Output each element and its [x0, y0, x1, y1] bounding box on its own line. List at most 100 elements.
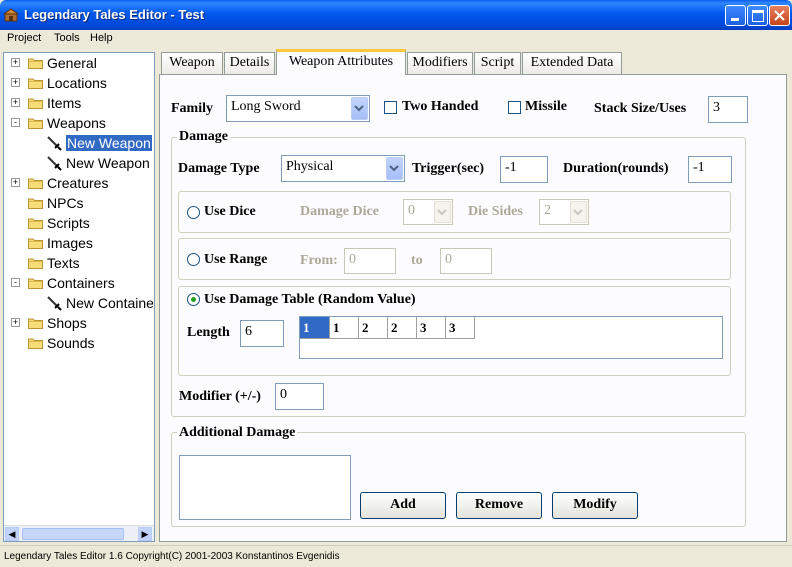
expand-icon[interactable]: +	[11, 58, 20, 67]
duration-input[interactable]: -1	[688, 156, 732, 183]
tree-item-label: NPCs	[47, 195, 84, 211]
tab-modifiers[interactable]: Modifiers	[407, 52, 473, 74]
to-label: to	[411, 253, 423, 268]
range-to-input[interactable]: 0	[440, 248, 492, 274]
use-table-radio[interactable]	[187, 293, 200, 306]
table-cell[interactable]: 2	[359, 317, 388, 339]
chevron-down-icon[interactable]	[386, 157, 403, 180]
damage-dice-label: Damage Dice	[300, 204, 379, 219]
menu-project[interactable]: Project	[7, 32, 41, 44]
damage-type-label: Damage Type	[178, 161, 260, 176]
chevron-down-icon[interactable]	[570, 201, 587, 223]
die-sides-label: Die Sides	[468, 204, 523, 219]
damage-table-grid[interactable]: 1 1 2 2 3 3	[299, 316, 723, 359]
modifier-input[interactable]: 0	[275, 383, 324, 410]
additional-damage-list[interactable]	[179, 455, 351, 520]
tree-view[interactable]: + General + Locations + Items - Weapons New Weap…	[3, 52, 155, 542]
two-handed-checkbox[interactable]	[384, 101, 397, 114]
use-range-label: Use Range	[204, 252, 268, 267]
tree-item-label: Weapons	[47, 115, 106, 131]
folder-icon	[28, 218, 43, 229]
expand-icon[interactable]: +	[11, 178, 20, 187]
tree-item-label: Texts	[47, 255, 80, 271]
folder-icon	[28, 178, 43, 189]
expand-icon[interactable]: +	[11, 318, 20, 327]
folder-icon	[28, 238, 43, 249]
collapse-icon[interactable]: -	[11, 118, 20, 127]
tab-script[interactable]: Script	[474, 52, 521, 74]
table-cell[interactable]: 2	[388, 317, 417, 339]
duration-label: Duration(rounds)	[563, 161, 669, 176]
tree-item-label: Creatures	[47, 175, 109, 191]
minimize-button[interactable]	[725, 5, 746, 26]
tree-item-label: General	[47, 55, 97, 71]
folder-icon	[28, 78, 43, 89]
chevron-down-icon[interactable]	[351, 97, 368, 120]
remove-button[interactable]: Remove	[456, 492, 542, 519]
use-dice-label: Use Dice	[204, 204, 256, 219]
tab-weapon-attributes[interactable]: Weapon Attributes	[276, 49, 406, 75]
range-from-input[interactable]: 0	[344, 248, 396, 274]
collapse-icon[interactable]: -	[11, 278, 20, 287]
folder-icon	[28, 338, 43, 349]
expand-icon[interactable]: +	[11, 98, 20, 107]
table-cell[interactable]: 1	[300, 317, 330, 339]
modify-button[interactable]: Modify	[552, 492, 638, 519]
tab-details[interactable]: Details	[224, 52, 275, 74]
expand-icon[interactable]: +	[11, 78, 20, 87]
scroll-thumb[interactable]	[22, 528, 124, 540]
table-cell[interactable]: 3	[446, 317, 475, 339]
length-input[interactable]: 6	[240, 320, 284, 347]
folder-icon	[28, 198, 43, 209]
menu-help[interactable]: Help	[90, 32, 113, 44]
tree-item-label: Images	[47, 235, 93, 251]
tab-extended-data[interactable]: Extended Data	[522, 52, 622, 74]
chevron-down-icon[interactable]	[434, 201, 451, 223]
close-icon	[774, 10, 785, 21]
folder-icon	[28, 58, 43, 69]
trigger-label: Trigger(sec)	[412, 161, 485, 176]
menu-bar: Project Tools Help	[0, 30, 792, 48]
family-label: Family	[171, 101, 213, 116]
tree-item-label: Containers	[47, 275, 115, 291]
missile-checkbox[interactable]	[508, 101, 521, 114]
folder-icon	[28, 258, 43, 269]
title-bar: Legendary Tales Editor - Test	[0, 0, 792, 30]
use-dice-group	[178, 191, 731, 233]
stack-size-input[interactable]: 3	[708, 96, 748, 123]
maximize-icon	[752, 10, 764, 22]
tree-item-label: Sounds	[47, 335, 95, 351]
damage-type-select[interactable]: Physical	[281, 155, 405, 182]
table-cell[interactable]: 3	[417, 317, 446, 339]
horizontal-scrollbar[interactable]: ◀ ▶	[4, 525, 154, 541]
tab-weapon[interactable]: Weapon	[161, 52, 223, 74]
close-button[interactable]	[769, 5, 790, 26]
damage-type-value: Physical	[286, 159, 334, 174]
table-cell[interactable]: 1	[330, 317, 359, 339]
modifier-label: Modifier (+/-)	[179, 389, 261, 404]
scroll-left-icon[interactable]: ◀	[5, 527, 19, 541]
maximize-button[interactable]	[747, 5, 768, 26]
add-button[interactable]: Add	[360, 492, 446, 519]
use-range-radio[interactable]	[187, 253, 200, 266]
menu-tools[interactable]: Tools	[54, 32, 80, 44]
stack-size-label: Stack Size/Uses	[594, 101, 687, 116]
sword-icon	[47, 156, 62, 171]
family-value: Long Sword	[231, 99, 301, 114]
use-dice-radio[interactable]	[187, 206, 200, 219]
additional-damage-title: Additional Damage	[177, 425, 298, 441]
scroll-right-icon[interactable]: ▶	[138, 527, 152, 541]
minimize-icon	[731, 18, 739, 21]
folder-icon	[28, 318, 43, 329]
tree-item-label: New Weapon	[66, 135, 152, 151]
tree-item-label: Shops	[47, 315, 87, 331]
family-select[interactable]: Long Sword	[226, 95, 370, 122]
from-label: From:	[300, 253, 338, 268]
status-text: Legendary Tales Editor 1.6 Copyright(C) …	[4, 551, 340, 562]
die-sides-select[interactable]: 2	[539, 199, 589, 225]
trigger-input[interactable]: -1	[500, 156, 548, 183]
damage-dice-select[interactable]: 0	[403, 199, 453, 225]
status-bar: Legendary Tales Editor 1.6 Copyright(C) …	[0, 545, 792, 567]
tree-item-label: Locations	[47, 75, 107, 91]
damage-dice-value: 0	[408, 203, 415, 218]
